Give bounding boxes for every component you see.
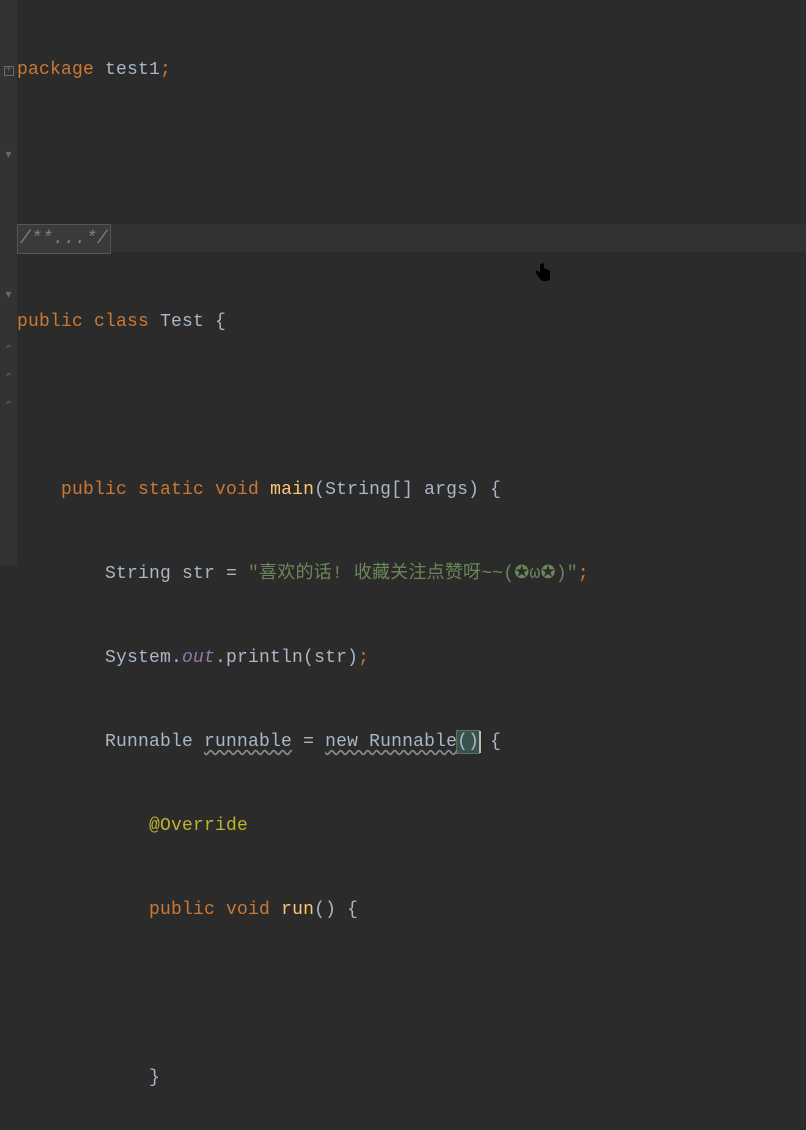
field-out: out <box>182 648 215 668</box>
keyword-void: void <box>215 900 270 920</box>
keyword-static: static <box>127 480 204 500</box>
fold-end-icon[interactable]: ⌃ <box>2 372 15 385</box>
parens: () <box>457 732 479 752</box>
code-editor[interactable]: package test1; /**...*/ public class Tes… <box>17 0 806 1130</box>
keyword-class: class <box>83 312 149 332</box>
variable-decl: String str = <box>105 564 248 584</box>
fold-collapse-icon[interactable]: ▾ <box>2 288 15 301</box>
package-name: test1 <box>94 60 160 80</box>
editor-gutter: + ▾ ▾ ⌃ ⌃ ⌃ <box>0 0 17 565</box>
brace: { <box>215 312 226 332</box>
keyword-public: public <box>61 480 127 500</box>
fold-end-icon[interactable]: ⌃ <box>2 400 15 413</box>
mouse-cursor-icon <box>534 262 552 292</box>
keyword-package: package <box>17 60 94 80</box>
semicolon: ; <box>358 648 369 668</box>
semicolon: ; <box>160 60 171 80</box>
type-runnable: Runnable <box>105 732 204 752</box>
text-caret <box>479 731 481 753</box>
new-runnable: new Runnable <box>325 732 457 752</box>
class-name: Test <box>149 312 215 332</box>
variable-runnable: runnable <box>204 732 292 752</box>
keyword-public: public <box>17 312 83 332</box>
fold-collapse-icon[interactable]: ▾ <box>2 148 15 161</box>
semicolon: ; <box>578 564 589 584</box>
annotation-override: @Override <box>149 816 248 836</box>
brace-close: } <box>149 1068 160 1088</box>
anon-open: { <box>479 732 501 752</box>
assign: = <box>292 732 325 752</box>
method-params: () { <box>314 900 358 920</box>
method-call: .println(str) <box>215 648 358 668</box>
method-main: main <box>259 480 314 500</box>
method-params: (String[] args) { <box>314 480 501 500</box>
fold-end-icon[interactable]: ⌃ <box>2 344 15 357</box>
keyword-public: public <box>149 900 215 920</box>
keyword-void: void <box>204 480 259 500</box>
fold-expand-icon[interactable]: + <box>2 64 15 77</box>
method-run: run <box>270 900 314 920</box>
folded-javadoc[interactable]: /**...*/ <box>17 224 111 254</box>
qualifier: System. <box>105 648 182 668</box>
string-literal: "喜欢的话! 收藏关注点赞呀~~(✪ω✪)" <box>248 564 578 584</box>
